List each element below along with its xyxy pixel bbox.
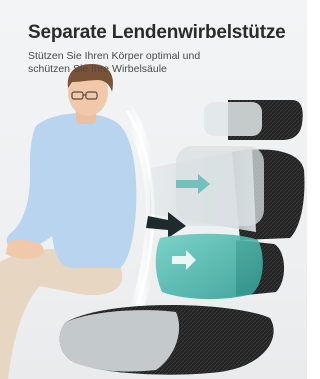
subtitle: Stützen Sie Ihren Körper optimal und sch… <box>28 50 298 76</box>
header: Separate Lendenwirbelstütze Stützen Sie … <box>28 22 298 76</box>
subtitle-line: Stützen Sie Ihren Körper optimal und <box>28 50 201 62</box>
page-title: Separate Lendenwirbelstütze <box>28 22 286 43</box>
headrest-ghost <box>204 102 262 136</box>
lumbar-teal-pad <box>155 233 263 300</box>
lumbar-support <box>155 233 285 300</box>
seat-cushion <box>59 305 274 375</box>
product-image: Separate Lendenwirbelstütze Stützen Sie … <box>0 0 307 379</box>
subtitle-line: schützen Sie Ihre Wirbelsäule <box>28 63 167 75</box>
headrest <box>204 100 303 140</box>
seat-ghost <box>59 310 180 372</box>
